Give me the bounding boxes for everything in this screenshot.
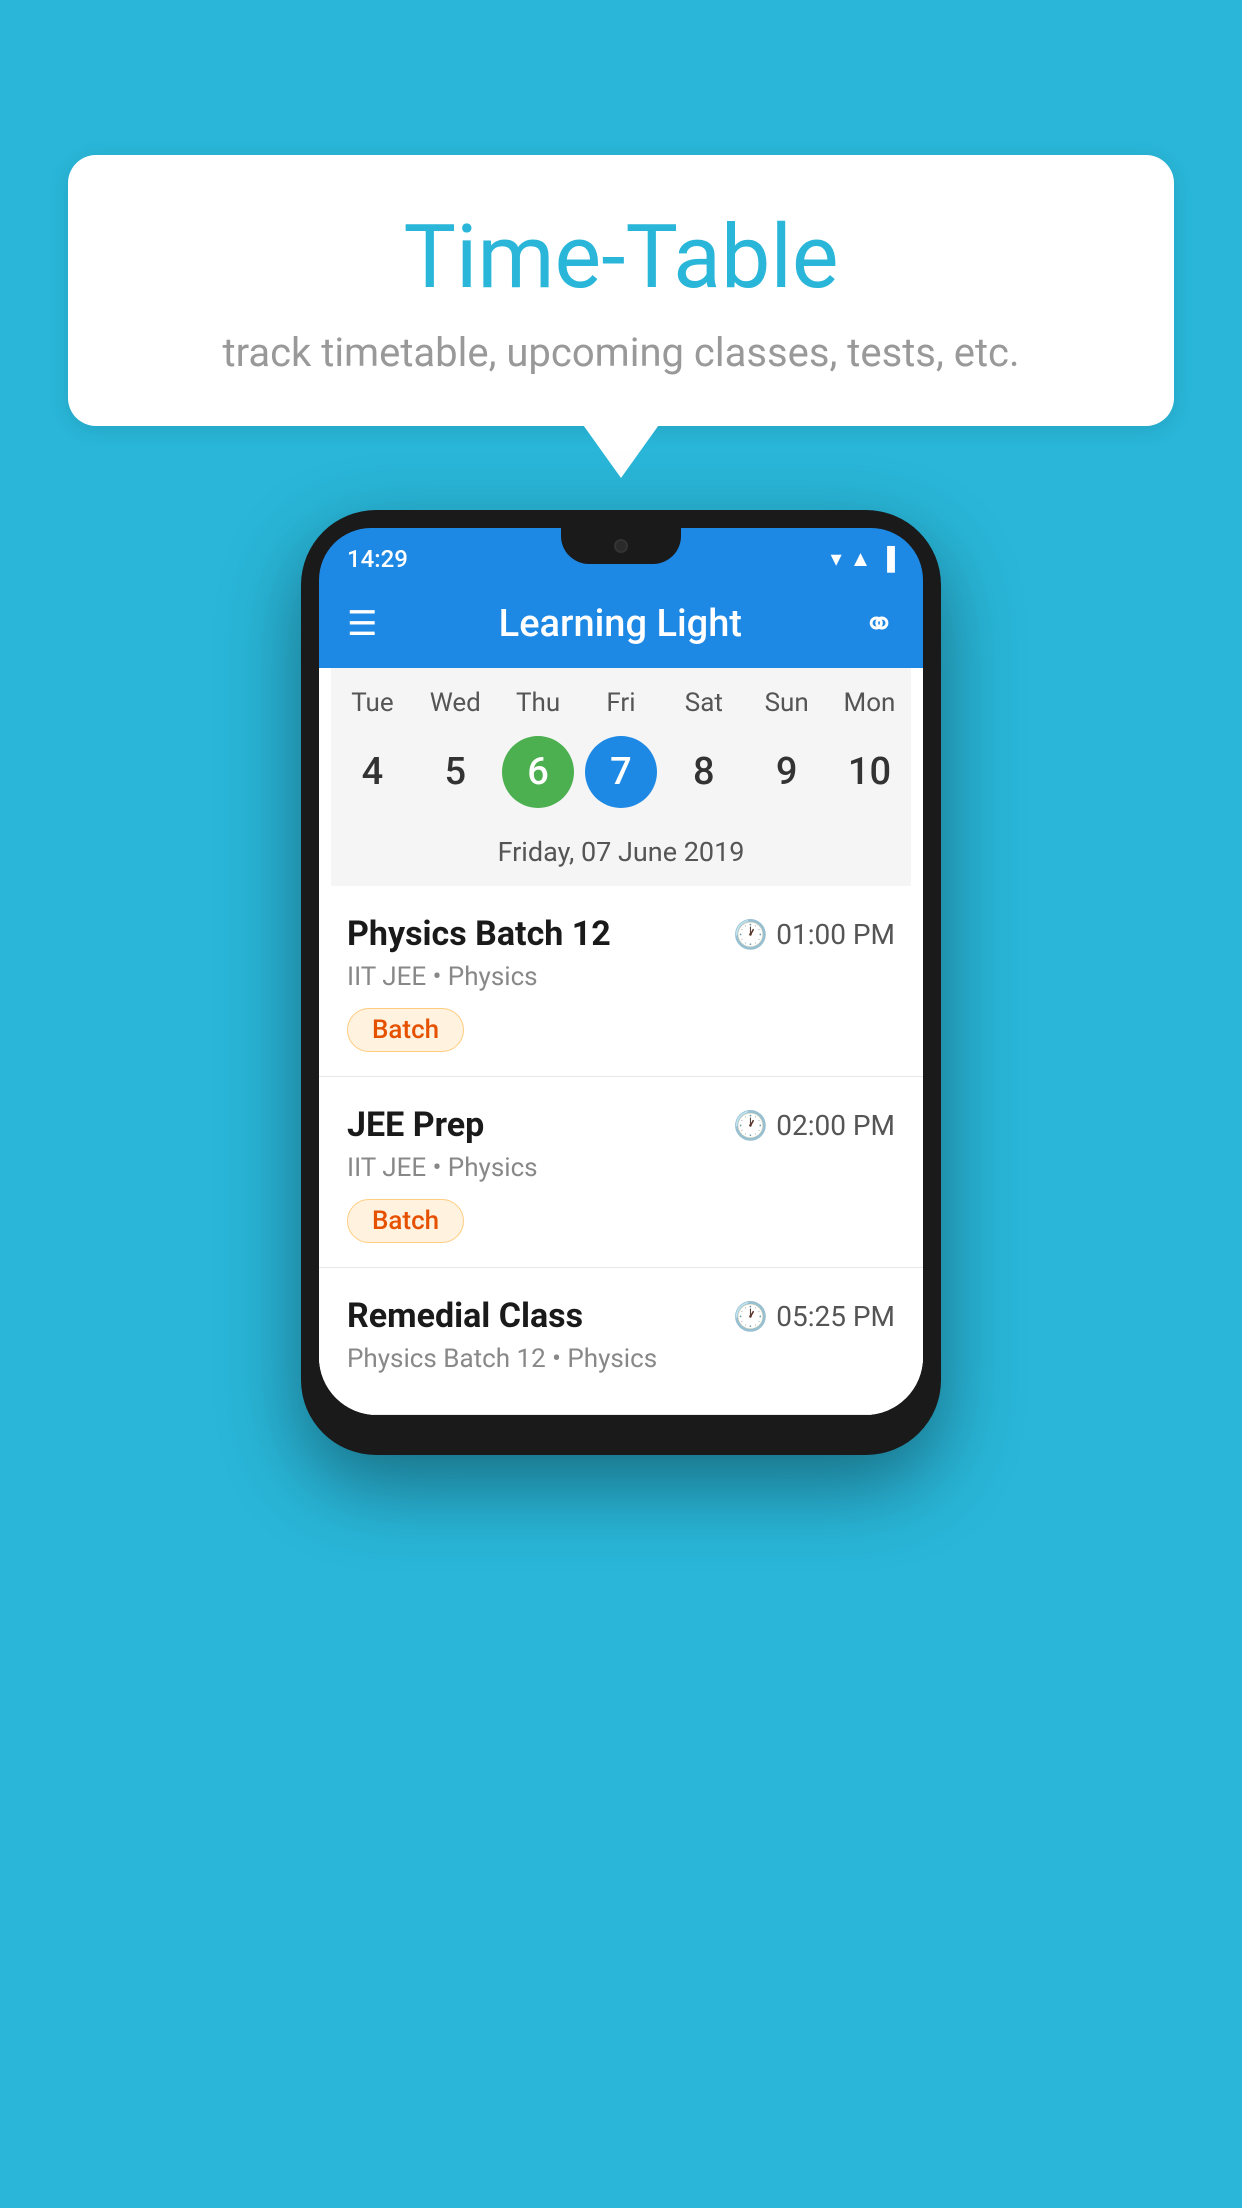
calendar-header: Tue Wed Thu Fri Sat Sun Mon 4 5 6 7 8 9 … (319, 668, 923, 886)
signal-icon: ▲ (850, 546, 872, 572)
class-name-2: JEE Prep (347, 1105, 484, 1145)
class-name-1: Physics Batch 12 (347, 914, 611, 954)
day-8[interactable]: 8 (668, 736, 740, 808)
status-icons: ▾ ▲ ▐ (831, 546, 895, 572)
battery-icon: ▐ (879, 546, 895, 572)
class-item-header-3: Remedial Class 🕐 05:25 PM (347, 1296, 895, 1336)
class-meta-3: Physics Batch 12 • Physics (347, 1344, 895, 1374)
class-meta-1: IIT JEE • Physics (347, 962, 895, 992)
day-5[interactable]: 5 (419, 736, 491, 808)
phone-screen: ☰ Learning Light ⚭ Tue Wed Thu Fri Sat S… (319, 580, 923, 1415)
batch-badge-1: Batch (347, 1008, 464, 1052)
search-icon[interactable]: ⚭ (863, 602, 895, 647)
bubble-subtitle: track timetable, upcoming classes, tests… (128, 329, 1114, 376)
class-item-1[interactable]: Physics Batch 12 🕐 01:00 PM IIT JEE • Ph… (319, 886, 923, 1077)
speech-bubble: Time-Table track timetable, upcoming cla… (68, 155, 1174, 426)
class-item-3[interactable]: Remedial Class 🕐 05:25 PM Physics Batch … (319, 1268, 923, 1415)
selected-date-label: Friday, 07 June 2019 (331, 824, 911, 886)
app-bar-title: Learning Light (377, 602, 863, 646)
status-time: 14:29 (347, 545, 408, 573)
class-item-header-1: Physics Batch 12 🕐 01:00 PM (347, 914, 895, 954)
day-label-mon: Mon (833, 688, 905, 718)
day-label-tue: Tue (336, 688, 408, 718)
class-item-header-2: JEE Prep 🕐 02:00 PM (347, 1105, 895, 1145)
class-name-3: Remedial Class (347, 1296, 583, 1336)
class-list: Physics Batch 12 🕐 01:00 PM IIT JEE • Ph… (319, 886, 923, 1415)
day-4[interactable]: 4 (336, 736, 408, 808)
clock-icon-2: 🕐 (733, 1109, 768, 1142)
clock-icon-3: 🕐 (733, 1300, 768, 1333)
batch-badge-2: Batch (347, 1199, 464, 1243)
day-labels-row: Tue Wed Thu Fri Sat Sun Mon (331, 668, 911, 726)
class-meta-2: IIT JEE • Physics (347, 1153, 895, 1183)
day-label-fri: Fri (585, 688, 657, 718)
wifi-icon: ▾ (831, 547, 842, 572)
class-time-2: 🕐 02:00 PM (733, 1109, 895, 1142)
phone-frame: 14:29 ▾ ▲ ▐ ☰ Learning Light ⚭ Tue (301, 510, 941, 1455)
bubble-title: Time-Table (128, 210, 1114, 307)
day-10[interactable]: 10 (833, 736, 905, 808)
day-label-wed: Wed (419, 688, 491, 718)
day-6-today[interactable]: 6 (502, 736, 574, 808)
day-numbers-row: 4 5 6 7 8 9 10 (331, 726, 911, 824)
camera-dot (614, 539, 628, 553)
app-bar: ☰ Learning Light ⚭ (319, 580, 923, 668)
class-time-3: 🕐 05:25 PM (733, 1300, 895, 1333)
day-9[interactable]: 9 (751, 736, 823, 808)
clock-icon-1: 🕐 (733, 918, 768, 951)
notch (561, 528, 681, 564)
class-item-2[interactable]: JEE Prep 🕐 02:00 PM IIT JEE • Physics Ba… (319, 1077, 923, 1268)
day-label-thu: Thu (502, 688, 574, 718)
day-label-sat: Sat (668, 688, 740, 718)
day-label-sun: Sun (751, 688, 823, 718)
status-bar: 14:29 ▾ ▲ ▐ (319, 528, 923, 580)
class-time-1: 🕐 01:00 PM (733, 918, 895, 951)
menu-icon[interactable]: ☰ (347, 607, 377, 641)
phone-mockup: 14:29 ▾ ▲ ▐ ☰ Learning Light ⚭ Tue (301, 510, 941, 1455)
day-7-selected[interactable]: 7 (585, 736, 657, 808)
